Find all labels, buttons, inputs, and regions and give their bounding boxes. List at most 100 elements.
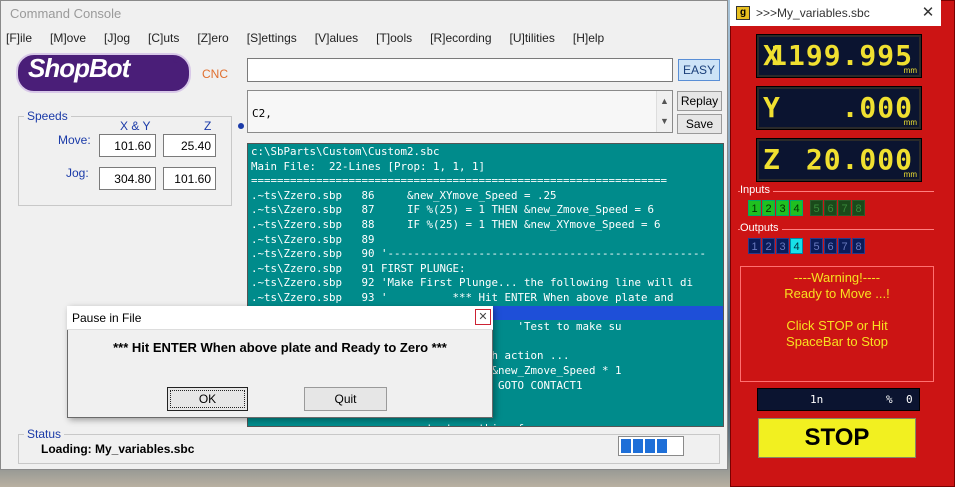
outputs-indicators: 12345678 — [748, 238, 865, 256]
variables-title: >>>My_variables.sbc — [756, 6, 870, 20]
z-position-value: 20.000 — [805, 143, 913, 176]
y-position-readout: Y .000 mm — [756, 86, 922, 130]
move-z-speed-field[interactable]: 25.40 — [163, 134, 216, 157]
output-line: .~ts\Zzero.sbp 87 IF %(25) = 1 THEN &new… — [251, 203, 655, 217]
input-6: 6 — [824, 200, 837, 216]
z-axis-label: Z — [763, 143, 780, 176]
input-2: 2 — [762, 200, 775, 216]
output-5: 5 — [810, 238, 823, 254]
logo-cnc: CNC — [202, 67, 228, 81]
menu-item-8[interactable]: [R]ecording — [430, 31, 491, 49]
x-position-readout: X 1199.995 mm — [756, 34, 922, 78]
command-input[interactable] — [247, 58, 673, 82]
progress-segment — [633, 439, 643, 453]
menu-item-4[interactable]: [Z]ero — [197, 31, 228, 49]
warning-line-3: Click STOP or Hit — [786, 318, 888, 333]
warning-line-1: ----Warning!---- — [793, 270, 881, 285]
input-8: 8 — [852, 200, 865, 216]
window-title: Command Console — [10, 6, 122, 21]
last-command-box[interactable]: C2, — [247, 90, 673, 133]
menu-item-3[interactable]: [C]uts — [148, 31, 179, 49]
xy-column-header: X & Y — [120, 119, 151, 133]
menu-item-5[interactable]: [S]ettings — [247, 31, 297, 49]
inputs-indicators: 12345678 — [748, 200, 865, 218]
output-line: contact anything for some reason w — [251, 422, 723, 426]
outputs-label: Outputs — [740, 222, 782, 234]
ok-button[interactable]: OK — [167, 387, 248, 411]
menu-item-6[interactable]: [V]alues — [315, 31, 358, 49]
warning-line-4: SpaceBar to Stop — [786, 334, 888, 349]
progress-segment — [621, 439, 631, 453]
percent-value: 0 — [906, 393, 913, 406]
jog-xy-speed-field[interactable]: 304.80 — [99, 167, 156, 190]
dialog-title: Pause in File — [72, 311, 142, 325]
output-line: .~ts\Zzero.sbp 88 IF %(25) = 1 THEN &new… — [251, 217, 661, 231]
move-xy-speed-field[interactable]: 101.60 — [99, 134, 156, 157]
z-unit: mm — [903, 170, 917, 179]
menu-bar: [F]ile [M]ove [J]og [C]uts [Z]ero [S]ettings [… — [6, 31, 604, 49]
y-unit: mm — [903, 118, 917, 127]
output-6: 6 — [824, 238, 837, 254]
jog-speed-label: Jog: — [66, 166, 89, 180]
output-3: 3 — [776, 238, 789, 254]
unit-value: 1n — [810, 393, 824, 406]
output-line: c:\SbParts\Custom\Custom2.sbc — [251, 145, 440, 158]
input-4: 4 — [790, 200, 803, 216]
output-line: .~ts\Zzero.sbp 92 'Make First Plunge... … — [251, 276, 694, 290]
menu-item-10[interactable]: [H]elp — [573, 31, 604, 49]
output-line: .~ts\Zzero.sbp 90 '---------------------… — [251, 247, 707, 261]
output-line: .~ts\Zzero.sbp 91 FIRST PLUNGE: — [251, 261, 466, 275]
warning-instructions: Click STOP or Hit SpaceBar to Stop — [740, 318, 934, 350]
x-position-value: 1199.995 — [770, 39, 913, 72]
jog-z-speed-field[interactable]: 101.60 — [163, 167, 216, 190]
save-button[interactable]: Save — [677, 114, 722, 134]
close-icon[interactable]: ✕ — [916, 2, 940, 24]
replay-button[interactable]: Replay — [677, 91, 722, 111]
warning-line-2: Ready to Move ...! — [784, 286, 890, 301]
input-7: 7 — [838, 200, 851, 216]
status-text: Loading: My_variables.sbc — [41, 442, 195, 456]
input-1: 1 — [748, 200, 761, 216]
quit-button[interactable]: Quit — [304, 387, 387, 411]
percent-label: % — [886, 393, 893, 406]
last-command-scrollbar[interactable]: ▲ ▼ — [656, 91, 672, 132]
move-speed-label: Move: — [58, 133, 91, 147]
loading-progress-bar — [618, 436, 684, 456]
progress-segment — [657, 439, 667, 453]
menu-item-1[interactable]: [M]ove — [50, 31, 86, 49]
z-column-header: Z — [204, 119, 212, 133]
y-axis-label: Y — [763, 91, 780, 124]
menu-item-2[interactable]: [J]og — [104, 31, 130, 49]
output-line: Main File: 22-Lines [Prop: 1, 1, 1] — [251, 159, 486, 173]
output-line: ========================================… — [251, 174, 668, 188]
easy-button[interactable]: EASY — [678, 59, 720, 81]
status-title: Status — [24, 427, 65, 441]
x-unit: mm — [903, 66, 917, 75]
output-line: .~ts\Zzero.sbp 93 ' *** Hit ENTER When a… — [251, 290, 674, 304]
app-icon: g — [736, 6, 750, 20]
stop-button[interactable]: STOP — [758, 418, 916, 458]
progress-segment — [645, 439, 655, 453]
speeds-title: Speeds — [24, 109, 71, 123]
logo-text: ShopBot — [28, 53, 130, 83]
output-line: .~ts\Zzero.sbp 89 — [251, 232, 375, 246]
output-4: 4 — [790, 238, 803, 254]
output-1: 1 — [748, 238, 761, 254]
menu-item-0[interactable]: [F]ile — [6, 31, 32, 49]
unit-status-bar — [757, 388, 920, 411]
dialog-message: *** Hit ENTER When above plate and Ready… — [113, 340, 447, 355]
logo-registered-mark: ® — [173, 55, 180, 65]
close-icon[interactable]: ✕ — [475, 309, 491, 325]
warning-heading: ----Warning!---- Ready to Move ...! — [740, 270, 934, 302]
inputs-label: Inputs — [740, 184, 773, 196]
menu-item-7[interactable]: [T]ools — [376, 31, 412, 49]
output-7: 7 — [838, 238, 851, 254]
menu-item-9[interactable]: [U]tilities — [510, 31, 555, 49]
y-position-value: .000 — [841, 91, 913, 124]
output-8: 8 — [852, 238, 865, 254]
input-5: 5 — [810, 200, 823, 216]
z-position-readout: Z 20.000 mm — [756, 138, 922, 182]
active-indicator-dot — [238, 123, 244, 129]
input-3: 3 — [776, 200, 789, 216]
output-line: .~ts\Zzero.sbp 86 &new_XYmove_Speed = .2… — [251, 188, 557, 202]
